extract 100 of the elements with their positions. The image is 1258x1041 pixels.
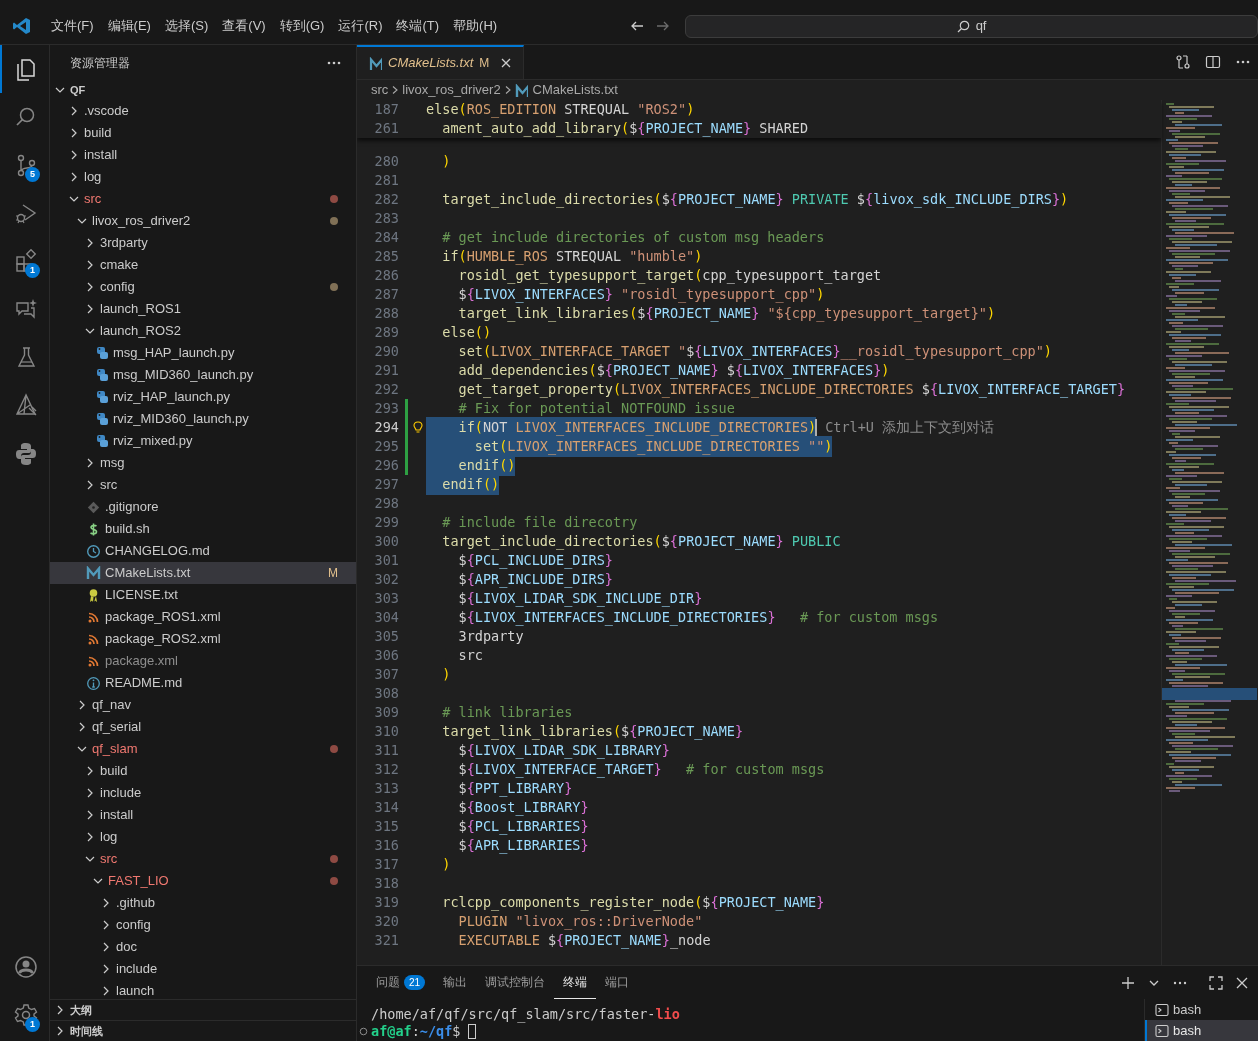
tree-item[interactable]: install [50, 144, 356, 166]
line-number: 296 [373, 456, 399, 476]
tree-item[interactable]: log [50, 166, 356, 188]
activity-bar-button[interactable]: 5 [0, 141, 49, 189]
panel-tab[interactable]: 输出 [434, 966, 477, 999]
tree-item[interactable]: .gitignore [50, 496, 356, 518]
line-number: 320 [373, 912, 399, 932]
count-badge: 21 [404, 974, 426, 990]
lightbulb-icon [413, 421, 423, 434]
tree-item[interactable]: LICENSE.txt [50, 584, 356, 606]
tree-item[interactable]: package_ROS1.xml [50, 606, 356, 628]
menu-item[interactable]: 转到(G) [272, 13, 332, 39]
panel-tab[interactable]: 问题 21 [367, 966, 435, 999]
close-icon [501, 58, 512, 68]
command-center[interactable]: qf [685, 14, 1258, 38]
tree-item[interactable]: launch_ROS2 [50, 320, 356, 342]
tree-item[interactable]: rviz_HAP_launch.py [50, 386, 356, 408]
tree-item[interactable]: package.xml [50, 650, 356, 672]
activity-bar-button[interactable]: 1 [0, 991, 49, 1039]
line-number: 261 [373, 119, 399, 139]
tree-item[interactable]: package_ROS2.xml [50, 628, 356, 650]
tree-item[interactable]: cmake [50, 254, 356, 276]
tree-item[interactable]: launch [50, 980, 356, 999]
tree-item[interactable]: rviz_mixed.py [50, 430, 356, 452]
section-header[interactable]: 时间线 [50, 1020, 356, 1041]
line-number: 312 [373, 760, 399, 780]
line-number: 187 [373, 100, 399, 120]
tree-item[interactable]: .github [50, 892, 356, 914]
breadcrumb-item[interactable]: livox_ros_driver2 [402, 80, 501, 100]
activity-bar-button[interactable]: 1 [0, 237, 49, 285]
menu-item[interactable]: 终端(T) [389, 13, 447, 39]
count-badge: 1 [25, 1017, 40, 1032]
tree-item[interactable]: livox_ros_driver2 [50, 210, 356, 232]
code-line: ${PPT_LIBRARY} [457, 779, 573, 799]
tree-item[interactable]: CMakeLists.txt M [50, 562, 356, 584]
tree-item[interactable]: src [50, 848, 356, 870]
line-number: 314 [373, 798, 399, 818]
panel-tab[interactable]: 调试控制台 [476, 966, 555, 999]
menu-item[interactable]: 帮助(H) [446, 13, 505, 39]
breadcrumb-item[interactable]: src [371, 80, 389, 100]
code-line: ${LIVOX_INTERFACE_TARGET} # for custom msgs [457, 760, 825, 780]
menu-item[interactable]: 选择(S) [157, 13, 216, 39]
tree-item[interactable]: log [50, 826, 356, 848]
menu-item[interactable]: 查看(V) [215, 13, 273, 39]
terminal-prompt: af@af:~/qf$ [371, 1023, 461, 1041]
line-number: 291 [373, 361, 399, 381]
folder-section-header[interactable]: QF [50, 80, 356, 100]
tree-item[interactable]: include [50, 782, 356, 804]
line-number: 305 [373, 627, 399, 647]
tree-item[interactable]: build [50, 122, 356, 144]
ellipsis-icon [1236, 60, 1250, 64]
code-line: add_dependencies(${PROJECT_NAME} ${LIVOX_INTERFACES}) [457, 361, 890, 381]
menu-item[interactable]: 编辑(E) [100, 13, 158, 39]
tree-item[interactable]: doc [50, 936, 356, 958]
line-number: 294 [373, 418, 399, 438]
tree-item[interactable]: msg_MID360_launch.py [50, 364, 356, 386]
line-number: 293 [373, 399, 399, 419]
tree-item[interactable]: src [50, 188, 356, 210]
tree-item[interactable]: msg [50, 452, 356, 474]
tree-item[interactable]: rviz_MID360_launch.py [50, 408, 356, 430]
terminal-list-item[interactable]: bash [1145, 999, 1258, 1020]
line-number: 306 [373, 646, 399, 666]
tree-item[interactable]: include [50, 958, 356, 980]
tree-item[interactable]: msg_HAP_launch.py [50, 342, 356, 364]
line-number: 310 [373, 722, 399, 742]
line-number: 284 [373, 228, 399, 248]
python-file-icon [94, 367, 109, 383]
tree-item[interactable]: qf_slam [50, 738, 356, 760]
tree-item[interactable]: build [50, 760, 356, 782]
tree-item[interactable]: CHANGELOG.md [50, 540, 356, 562]
line-number: 308 [373, 684, 399, 704]
menu-item[interactable]: 文件(F) [44, 13, 101, 39]
tree-item[interactable]: launch_ROS1 [50, 298, 356, 320]
menu-item[interactable]: 运行(R) [331, 13, 390, 39]
breadcrumb-item[interactable]: CMakeLists.txt [514, 80, 618, 100]
tree-item[interactable]: FAST_LIO [50, 870, 356, 892]
line-number: 301 [373, 551, 399, 571]
tree-item[interactable]: qf_serial [50, 716, 356, 738]
panel-tab[interactable]: 终端 [554, 966, 597, 999]
code-line: PLUGIN "livox_ros::DriverNode" [457, 912, 703, 932]
code-line: ${LIVOX_INTERFACES_INCLUDE_DIRECTORIES} # for custom msgs [457, 608, 939, 628]
terminal-list-item[interactable]: bash [1145, 1020, 1258, 1041]
section-header[interactable]: 大纲 [50, 999, 356, 1020]
tree-item[interactable]: qf_nav [50, 694, 356, 716]
tree-item[interactable]: config [50, 914, 356, 936]
branch-compare-icon [1175, 54, 1191, 70]
clock-icon [86, 543, 101, 559]
tree-item[interactable]: config [50, 276, 356, 298]
tree-item[interactable]: 3rdparty [50, 232, 356, 254]
tree-item[interactable]: build.sh [50, 518, 356, 540]
panel-tab[interactable]: 端口 [596, 966, 639, 999]
editor-tab[interactable]: CMakeLists.txt M [357, 45, 525, 79]
circle-icon [359, 1027, 368, 1036]
tree-item[interactable]: .vscode [50, 100, 356, 122]
tree-item[interactable]: src [50, 474, 356, 496]
tree-item[interactable]: README.md [50, 672, 356, 694]
line-number: 321 [373, 931, 399, 951]
line-number: 319 [373, 893, 399, 913]
tree-item[interactable]: install [50, 804, 356, 826]
code-line: ${LIVOX_LIDAR_SDK_LIBRARY} [457, 741, 670, 761]
